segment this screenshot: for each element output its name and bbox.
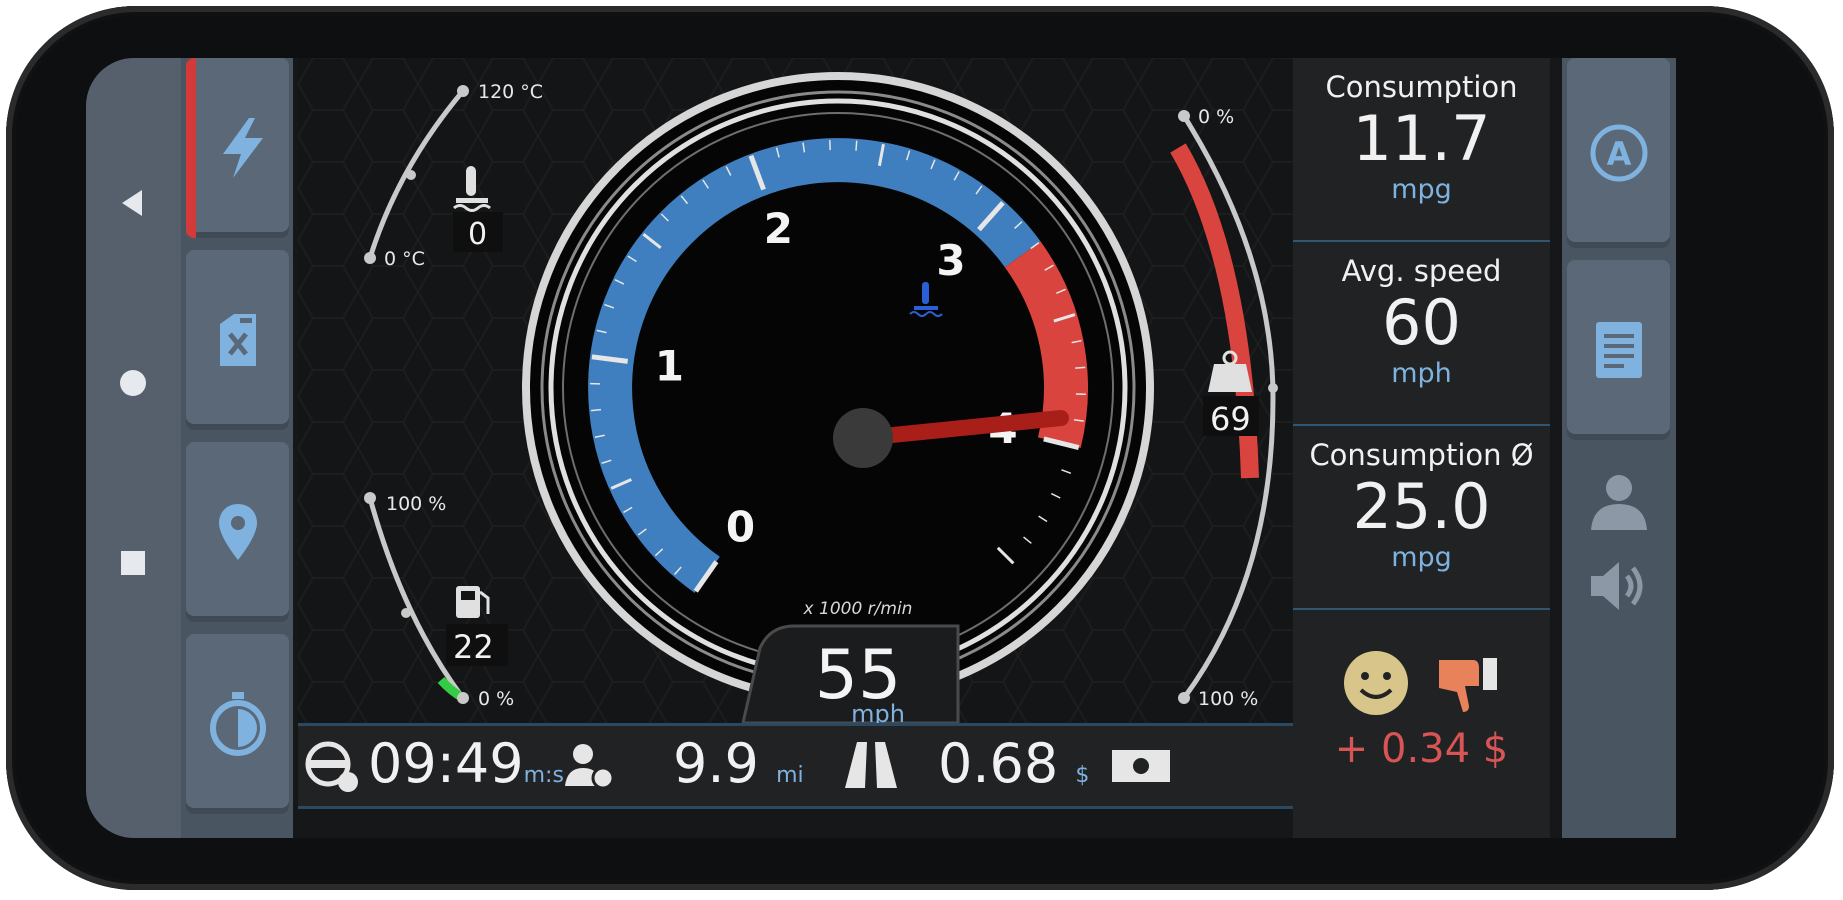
gauge-cluster: 120 °C 0 °C 0 100 % 0 % 22 0 % 100 % 69 …	[298, 58, 1373, 728]
avg-consumption-unit: mpg	[1391, 542, 1452, 573]
load-min-label: 0 %	[1198, 106, 1234, 128]
back-icon[interactable]	[113, 183, 153, 223]
fuel-value: 22	[453, 628, 494, 666]
rpm-tick-label: 3	[936, 236, 965, 285]
fuel-can-icon	[219, 314, 256, 366]
trip-time: 09:49m:s	[368, 732, 564, 808]
rpm-unit-label: x 1000 r/min	[803, 599, 913, 619]
consumption-label: Consumption	[1325, 70, 1518, 104]
savings-amount: + 0.34 $	[1334, 726, 1509, 772]
document-icon	[1595, 322, 1642, 378]
money-icon	[1112, 750, 1170, 782]
trip-distance: 9.9 mi	[673, 732, 804, 808]
svg-text:A: A	[1606, 135, 1631, 173]
smile-icon	[1344, 651, 1408, 715]
trip-distance-unit: mi	[776, 763, 804, 788]
rpm-tick-label: 0	[726, 502, 755, 551]
needle-hub	[833, 408, 893, 468]
app-screen: 120 °C 0 °C 0 100 % 0 % 22 0 % 100 % 69 …	[86, 58, 1676, 838]
consumption-unit: mpg	[1391, 174, 1452, 205]
tachometer: 01234 x 1000 r/min	[522, 72, 1154, 704]
recents-icon[interactable]	[113, 543, 153, 583]
left-sidebar	[181, 58, 293, 838]
driver-icon	[1591, 475, 1647, 530]
temp-min-label: 0 °C	[384, 248, 425, 270]
avg-consumption-value: 25.0	[1352, 470, 1491, 543]
trip-cost-value: 0.68	[938, 732, 1059, 795]
temp-max-label: 120 °C	[478, 81, 543, 103]
avg-speed-value: 60	[1382, 286, 1461, 359]
load-max-label: 100 %	[1198, 688, 1258, 710]
rpm-tick-label: 1	[655, 342, 684, 391]
trip-distance-value: 9.9	[673, 732, 759, 795]
speed-unit: mph	[851, 700, 905, 723]
trip-log-button[interactable]	[1567, 260, 1670, 440]
thumbs-down-icon	[1439, 658, 1497, 712]
avg-speed-metric: Avg. speed 60 mph	[1293, 242, 1550, 422]
divider	[1293, 608, 1550, 610]
tab-location[interactable]	[186, 442, 289, 622]
avg-speed-label: Avg. speed	[1341, 254, 1502, 288]
right-sidebar: A	[1562, 58, 1676, 838]
avg-consumption-label: Consumption Ø	[1309, 438, 1534, 472]
sound-button[interactable]	[1587, 556, 1651, 616]
metrics-panel: Consumption 11.7 mpg Avg. speed 60 mph C…	[1293, 58, 1550, 838]
driver-idle-icon	[565, 744, 615, 790]
location-pin-icon	[218, 504, 257, 560]
tach-tick	[590, 408, 602, 412]
steering-wheel-icon	[305, 741, 358, 792]
trip-time-unit: m:s	[523, 763, 564, 788]
fuel-max-label: 100 %	[386, 493, 446, 515]
system-nav-bar	[86, 58, 181, 838]
driver-profile-button[interactable]	[1587, 470, 1651, 534]
consumption-metric: Consumption 11.7 mpg	[1293, 58, 1550, 238]
rpm-tick-label: 2	[764, 204, 793, 253]
avg-speed-unit: mph	[1391, 358, 1452, 389]
auto-mode-icon: A	[1590, 124, 1647, 182]
gauge-area: 120 °C 0 °C 0 100 % 0 % 22 0 % 100 % 69 …	[298, 58, 1373, 728]
speaker-icon	[1591, 562, 1643, 610]
temp-value: 0	[468, 217, 487, 252]
tab-stopwatch[interactable]	[186, 634, 289, 814]
avg-consumption-metric: Consumption Ø 25.0 mpg	[1293, 426, 1550, 606]
trip-cost-unit: $	[1075, 763, 1090, 788]
consumption-value: 11.7	[1352, 102, 1491, 175]
road-icon	[845, 742, 897, 788]
home-icon[interactable]	[113, 363, 153, 403]
tach-tick	[855, 140, 858, 151]
phone-frame: 120 °C 0 °C 0 100 % 0 % 22 0 % 100 % 69 …	[6, 6, 1834, 890]
trip-cost: 0.68 $	[938, 732, 1089, 808]
speed-readout: 55 mph	[741, 624, 960, 728]
trip-time-value: 09:49	[368, 732, 524, 795]
trip-bar: 09:49m:s 9.9 mi 0.68 $	[298, 723, 1373, 809]
tab-fuel[interactable]	[186, 250, 289, 430]
tach-tick	[1075, 366, 1086, 369]
auto-mode-button[interactable]: A	[1567, 58, 1670, 248]
stopwatch-icon	[209, 692, 266, 756]
tab-performance[interactable]	[186, 58, 289, 238]
load-value: 69	[1210, 400, 1251, 438]
lightning-icon	[222, 118, 263, 178]
fuel-min-label: 0 %	[478, 688, 514, 710]
